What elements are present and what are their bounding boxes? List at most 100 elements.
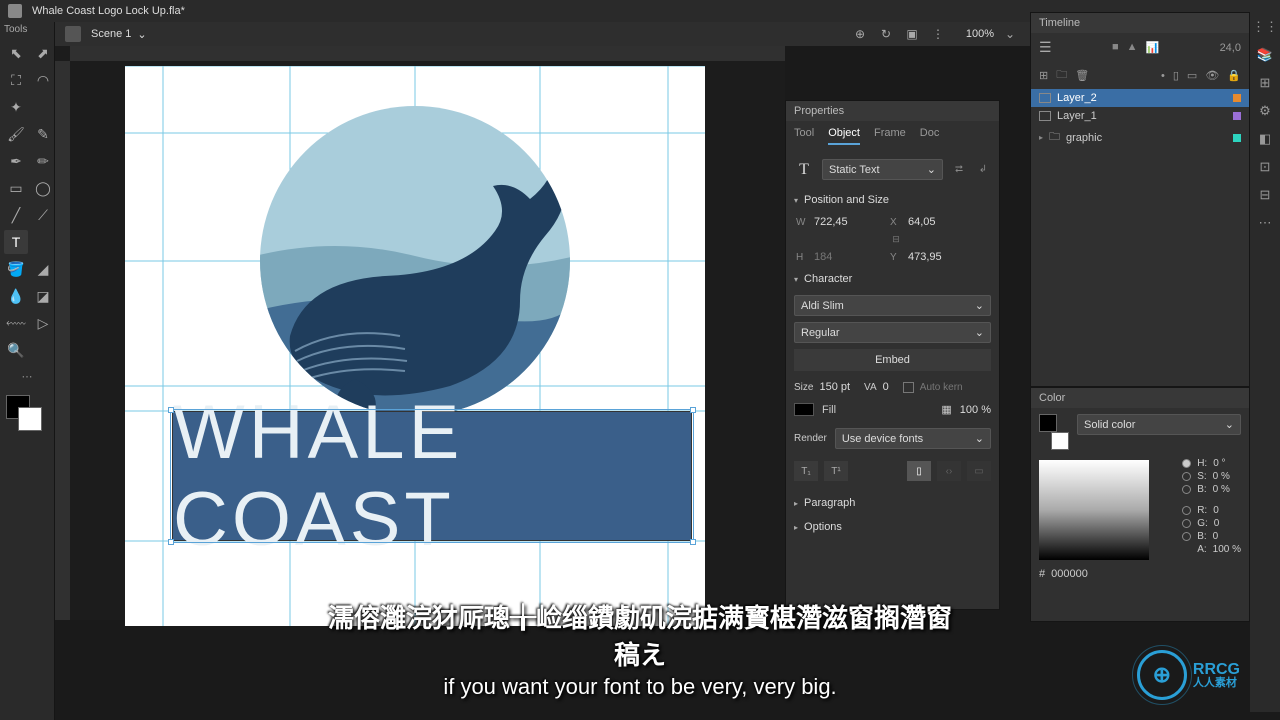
y-input[interactable]: 473,95 <box>908 251 978 263</box>
eyedropper-tool[interactable]: 💧 <box>4 284 28 308</box>
rail-icon[interactable]: ◧ <box>1256 130 1274 148</box>
x-input[interactable]: 64,05 <box>908 216 978 228</box>
rail-icon[interactable]: ⊡ <box>1256 158 1274 176</box>
text-tool[interactable]: T <box>4 230 28 254</box>
paint-brush-tool[interactable]: ✎ <box>31 122 55 146</box>
b-value[interactable]: 0 % <box>1213 484 1230 495</box>
folder-toggle-icon[interactable]: ▸ <box>1039 133 1043 142</box>
subscript-button[interactable]: T₁ <box>794 461 818 481</box>
tab-tool[interactable]: Tool <box>794 127 814 145</box>
rail-icon[interactable]: ⋮⋮ <box>1256 18 1274 36</box>
h-input[interactable]: 184 <box>814 251 884 263</box>
line-tool[interactable]: ╱ <box>4 203 28 227</box>
rail-icon[interactable]: ⊟ <box>1256 186 1274 204</box>
s-value[interactable]: 0 % <box>1213 471 1230 482</box>
tab-frame[interactable]: Frame <box>874 127 906 145</box>
text-dir-icon[interactable]: ↲ <box>975 163 991 177</box>
center-stage-icon[interactable]: ⊕ <box>850 24 870 44</box>
ruler-horizontal[interactable] <box>70 46 785 61</box>
letter-spacing-input[interactable]: 0 <box>883 381 889 393</box>
auto-kern-checkbox[interactable] <box>903 382 914 393</box>
zoom-level[interactable]: 100% <box>954 28 994 40</box>
delete-layer-icon[interactable]: 🗑 <box>1075 69 1089 82</box>
home-icon[interactable] <box>8 4 22 18</box>
empty-tool-2[interactable] <box>31 230 55 254</box>
clip-icon[interactable]: ▣ <box>902 24 922 44</box>
h-radio[interactable] <box>1182 459 1191 468</box>
camera-icon[interactable]: ■ <box>1112 41 1119 54</box>
bone-tool[interactable]: ⟋ <box>31 203 55 227</box>
position-size-header[interactable]: ▾Position and Size <box>786 188 999 212</box>
eraser-tool[interactable]: ◪ <box>31 284 55 308</box>
fluid-brush-tool[interactable]: ✦ <box>4 95 28 119</box>
orientation-icon[interactable]: ⮂ <box>951 163 967 177</box>
scene-icon[interactable] <box>65 26 81 42</box>
ruler-vertical[interactable] <box>55 61 70 620</box>
character-header[interactable]: ▾Character <box>786 267 999 291</box>
h-value[interactable]: 0 ° <box>1213 458 1225 469</box>
free-transform-tool[interactable]: ⛶ <box>4 68 28 92</box>
chart-icon[interactable]: 📊 <box>1145 41 1159 54</box>
fill-color-swatch[interactable] <box>794 403 814 416</box>
superscript-button[interactable]: T¹ <box>824 461 848 481</box>
size-input[interactable]: 150 pt <box>819 381 850 393</box>
outline-icon[interactable]: ▭ <box>1187 69 1197 82</box>
tab-doc[interactable]: Doc <box>920 127 940 145</box>
w-input[interactable]: 722,45 <box>814 216 884 228</box>
embed-button[interactable]: Embed <box>794 349 991 371</box>
highlight-icon[interactable]: ▯ <box>1173 69 1179 82</box>
zoom-tool[interactable]: 🔍 <box>4 338 28 362</box>
width-tool[interactable]: ⬳ <box>4 311 28 335</box>
r-value[interactable]: 0 <box>1213 505 1219 516</box>
layer-row[interactable]: ▸ 🗀 graphic <box>1031 125 1249 150</box>
lock-icon[interactable]: 🔒 <box>1227 69 1241 82</box>
new-layer-icon[interactable]: ⊞ <box>1039 69 1048 82</box>
new-folder-icon[interactable]: 🗀 <box>1056 66 1067 85</box>
empty-tool[interactable] <box>31 95 55 119</box>
rotate-icon[interactable]: ↻ <box>876 24 896 44</box>
font-family-dropdown[interactable]: Aldi Slim⌄ <box>794 295 991 316</box>
grid-icon[interactable]: ⋮ <box>928 24 948 44</box>
subselection-tool[interactable]: ⬈ <box>31 41 55 65</box>
color-mode-dropdown[interactable]: Solid color⌄ <box>1077 414 1241 435</box>
layers-icon[interactable]: ☰ <box>1039 39 1052 56</box>
render-dropdown[interactable]: Use device fonts⌄ <box>835 428 991 449</box>
layer-row[interactable]: Layer_2 <box>1031 89 1249 107</box>
canvas-area[interactable]: WHALE COAST <box>55 46 785 620</box>
oval-tool[interactable]: ◯ <box>31 176 55 200</box>
fill-stroke-swatches[interactable] <box>6 395 42 431</box>
scene-dropdown[interactable]: Scene 1⌄ <box>91 28 147 41</box>
layer-depth-icon[interactable]: ▲ <box>1127 41 1138 54</box>
zoom-dropdown-icon[interactable]: ⌄ <box>1000 24 1020 44</box>
s-radio[interactable] <box>1182 472 1191 481</box>
g-radio[interactable] <box>1182 519 1191 528</box>
selection-tool[interactable]: ⬉ <box>4 41 28 65</box>
pen-tool[interactable]: ✒ <box>4 149 28 173</box>
a-value[interactable]: 100 % <box>1213 544 1241 555</box>
b2-value[interactable]: 0 <box>1213 531 1219 542</box>
dot-icon[interactable]: • <box>1161 70 1165 82</box>
color-picker-area[interactable] <box>1039 460 1149 560</box>
b-radio[interactable] <box>1182 485 1191 494</box>
layer-row[interactable]: Layer_1 <box>1031 107 1249 125</box>
selectable-button[interactable]: ▯ <box>907 461 931 481</box>
tab-object[interactable]: Object <box>828 127 860 145</box>
paragraph-header[interactable]: ▸Paragraph <box>786 491 999 515</box>
options-header[interactable]: ▸Options <box>786 515 999 539</box>
pencil-tool[interactable]: ✏ <box>31 149 55 173</box>
font-style-dropdown[interactable]: Regular⌄ <box>794 322 991 343</box>
paint-bucket-tool[interactable]: 🪣 <box>4 257 28 281</box>
text-type-dropdown[interactable]: Static Text⌄ <box>822 159 943 180</box>
g-value[interactable]: 0 <box>1214 518 1220 529</box>
ink-bottle-tool[interactable]: ◢ <box>31 257 55 281</box>
more-tools[interactable]: ⋯ <box>0 366 54 387</box>
rail-icon[interactable]: ⊞ <box>1256 74 1274 92</box>
empty-tool-3[interactable] <box>31 338 55 362</box>
text-object[interactable]: WHALE COAST <box>172 411 692 541</box>
border-button[interactable]: ▭ <box>967 461 991 481</box>
brush-tool[interactable]: 🖌 <box>4 122 28 146</box>
asset-warp-tool[interactable]: ▷ <box>31 311 55 335</box>
r-radio[interactable] <box>1182 506 1191 515</box>
lock-aspect-icon[interactable]: ⊟ <box>890 234 902 245</box>
stroke-swatch[interactable] <box>18 407 42 431</box>
